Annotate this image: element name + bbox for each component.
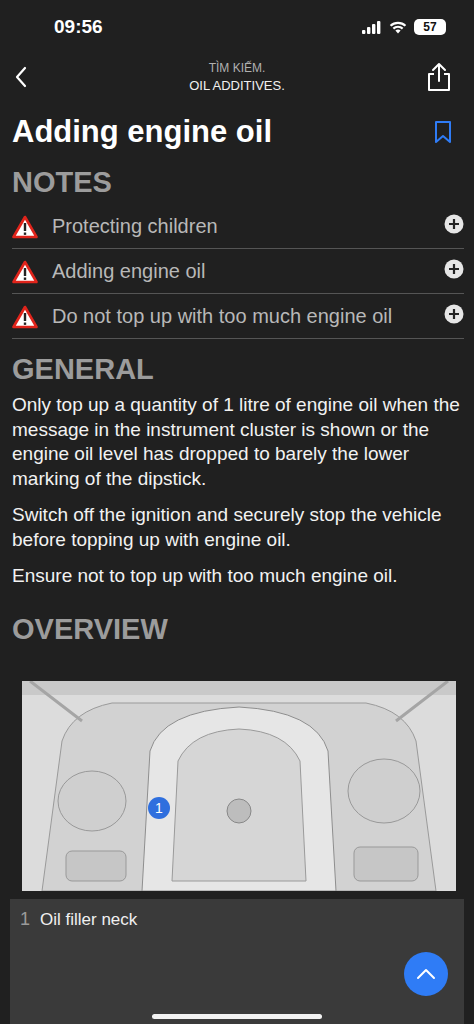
page-title: Adding engine oil — [12, 112, 272, 152]
title-row: Adding engine oil — [12, 104, 464, 152]
warning-icon — [12, 215, 38, 239]
note-label: Adding engine oil — [52, 259, 422, 284]
expand-plus-icon[interactable] — [444, 304, 464, 324]
note-row[interactable]: Protecting children — [12, 204, 464, 249]
share-icon[interactable] — [426, 62, 452, 92]
battery-indicator: 57 — [414, 19, 446, 35]
manual-screen: 09:56 57 TÌM KIẾM. OIL ADDITIVES. Adding eng… — [0, 0, 474, 1024]
note-row[interactable]: Do not top up with too much engine oil — [12, 294, 464, 339]
overview-heading: OVERVIEW — [12, 611, 464, 647]
figure-legend: 1 Oil filler neck — [10, 899, 464, 1024]
warning-icon — [12, 260, 38, 284]
engine-bay-drawing — [22, 681, 456, 891]
article: Adding engine oil NOTES Protecting childre… — [0, 104, 474, 647]
notes-list: Protecting children Adding engine oil Do n… — [12, 204, 464, 339]
nav-bar: TÌM KIẾM. OIL ADDITIVES. — [0, 50, 474, 104]
note-row[interactable]: Adding engine oil — [12, 249, 464, 294]
nav-title: TÌM KIẾM. OIL ADDITIVES. — [60, 61, 414, 93]
figure-marker: 1 — [148, 797, 170, 819]
note-label: Do not top up with too much engine oil — [52, 304, 422, 329]
signal-icon — [362, 21, 382, 34]
scroll-to-top-button[interactable] — [404, 952, 448, 996]
status-time: 09:56 — [54, 16, 103, 38]
status-bar: 09:56 57 — [0, 0, 474, 50]
legend-row: 1 Oil filler neck — [20, 909, 454, 930]
breadcrumb[interactable]: TÌM KIẾM. — [209, 61, 266, 75]
warning-icon — [12, 305, 38, 329]
chevron-up-icon — [416, 968, 436, 980]
expand-plus-icon[interactable] — [444, 214, 464, 234]
general-paragraph: Switch off the ignition and securely sto… — [12, 503, 464, 552]
wifi-icon — [389, 21, 407, 34]
status-icons: 57 — [362, 19, 446, 35]
legend-number: 1 — [20, 909, 30, 930]
bookmark-icon[interactable] — [434, 120, 452, 144]
note-label: Protecting children — [52, 214, 422, 239]
battery-level: 57 — [423, 20, 436, 34]
engine-bay-figure: 1 — [22, 681, 456, 891]
notes-heading: NOTES — [12, 164, 464, 200]
home-indicator — [152, 1014, 322, 1019]
legend-text: Oil filler neck — [40, 910, 137, 930]
nav-subtitle: OIL ADDITIVES. — [189, 78, 285, 93]
general-paragraph: Only top up a quantity of 1 litre of eng… — [12, 393, 464, 491]
general-paragraph: Ensure not to top up with too much engin… — [12, 564, 464, 589]
back-chevron-icon[interactable] — [14, 66, 28, 88]
expand-plus-icon[interactable] — [444, 259, 464, 279]
general-heading: GENERAL — [12, 351, 464, 387]
